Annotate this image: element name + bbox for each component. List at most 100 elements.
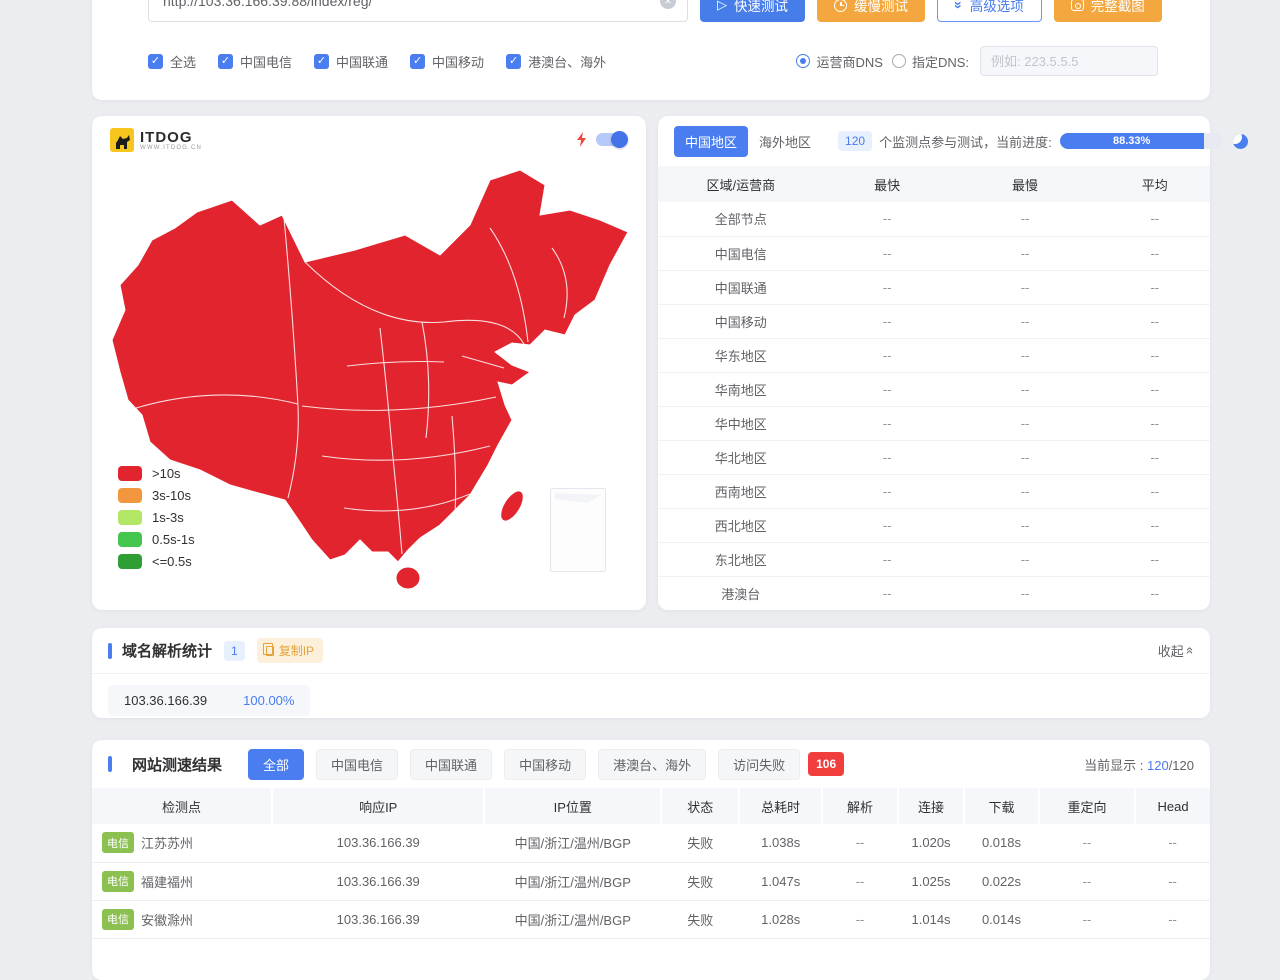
advanced-options-label: 高级选项 (970, 0, 1024, 15)
progress-bar: 88.33% (1060, 133, 1223, 149)
radio-unselected-icon (892, 54, 906, 68)
table-row: 华东地区------ (658, 338, 1210, 372)
radio-custom-dns[interactable]: 指定DNS: (892, 52, 969, 71)
checkbox-select-all[interactable]: 全选 (148, 52, 196, 71)
slow-test-label: 缓慢测试 (854, 0, 908, 15)
tab-china-mobile[interactable]: 中国移动 (504, 749, 586, 780)
fastest-value: -- (824, 304, 951, 338)
dns-stats-header: 域名解析统计 1 复制IP 收起 (92, 628, 1210, 674)
col-status: 状态 (661, 788, 739, 824)
col-region-isp: 区域/运营商 (658, 166, 824, 202)
table-row: 西北地区------ (658, 508, 1210, 542)
col-slowest: 最慢 (951, 166, 1100, 202)
resolve-time: -- (822, 824, 898, 862)
slowest-value: -- (951, 576, 1100, 610)
dns-stats-panel: 域名解析统计 1 复制IP 收起 103.36.166.39 100.00% (92, 628, 1210, 718)
checkbox-china-unicom[interactable]: 中国联通 (314, 52, 388, 71)
region-table-header: 区域/运营商 最快 最慢 平均 (658, 166, 1210, 202)
quick-test-label: 快速测试 (734, 0, 788, 15)
average-value: -- (1100, 474, 1210, 508)
col-resolve: 解析 (822, 788, 898, 824)
checkbox-checked-icon (148, 54, 163, 69)
options-row: 全选 中国电信 中国联通 中国移动 港澳台、海外 运营商DNS 指定DNS: (148, 46, 1158, 76)
advanced-options-button[interactable]: 高级选项 (937, 0, 1042, 22)
section-accent-bar (108, 756, 112, 772)
tab-all[interactable]: 全部 (248, 749, 304, 780)
status-failed: 失败 (661, 824, 739, 862)
tab-hmt-overseas[interactable]: 港澳台、海外 (598, 749, 706, 780)
clock-icon (834, 0, 847, 12)
ip-percent[interactable]: 100.00% (243, 693, 294, 708)
play-icon (717, 0, 727, 13)
display-total: /120 (1169, 758, 1194, 773)
clear-icon[interactable] (660, 0, 676, 9)
node-name: 福建福州 (141, 872, 193, 891)
results-table: 检测点 响应IP IP位置 状态 总耗时 解析 连接 下载 重定向 Head 电… (92, 788, 1210, 939)
status-failed: 失败 (661, 862, 739, 900)
failed-count-badge: 106 (808, 752, 844, 776)
dns-stats-title: 域名解析统计 (122, 640, 212, 661)
dns-input[interactable] (980, 46, 1158, 76)
speed-results-panel: 网站测速结果 全部 中国电信 中国联通 中国移动 港澳台、海外 访问失败 106… (92, 740, 1210, 980)
legend-item: 0.5s-1s (118, 528, 195, 550)
checkbox-hmt-overseas[interactable]: 港澳台、海外 (506, 52, 606, 71)
display-current: 120 (1147, 758, 1169, 773)
region-name: 全部节点 (658, 202, 824, 236)
slowest-value: -- (951, 542, 1100, 576)
copy-ip-button[interactable]: 复制IP (257, 638, 323, 663)
slowest-value: -- (951, 508, 1100, 542)
legend-label: <=0.5s (152, 554, 192, 569)
col-node: 检测点 (92, 788, 272, 824)
url-input[interactable] (148, 0, 688, 22)
tab-china-unicom[interactable]: 中国联通 (410, 749, 492, 780)
radio-operator-dns[interactable]: 运营商DNS (796, 52, 882, 71)
total-time: 1.028s (739, 900, 822, 938)
region-name: 西南地区 (658, 474, 824, 508)
ip-value: 103.36.166.39 (124, 693, 207, 708)
fastest-value: -- (824, 270, 951, 304)
average-value: -- (1100, 202, 1210, 236)
region-results-panel: 中国地区 海外地区 120 个监测点参与测试，当前进度: 88.33% 区域/运… (658, 116, 1210, 610)
head-time: -- (1135, 862, 1210, 900)
quick-test-button[interactable]: 快速测试 (700, 0, 805, 22)
region-name: 华南地区 (658, 372, 824, 406)
isp-badge: 电信 (102, 871, 134, 892)
speed-toggle[interactable] (576, 132, 626, 147)
tab-failed[interactable]: 访问失败 (718, 749, 800, 780)
table-row: 中国移动------ (658, 304, 1210, 338)
tab-china-region[interactable]: 中国地区 (674, 126, 748, 157)
toggle-switch[interactable] (596, 133, 626, 146)
legend-swatch (118, 466, 142, 481)
region-name: 中国移动 (658, 304, 824, 338)
checkbox-china-mobile[interactable]: 中国移动 (410, 52, 484, 71)
checkbox-label: 中国联通 (336, 52, 388, 71)
full-screenshot-label: 完整截图 (1091, 0, 1145, 15)
table-row: 东北地区------ (658, 542, 1210, 576)
tab-china-telecom[interactable]: 中国电信 (316, 749, 398, 780)
test-control-panel: 快速测试 缓慢测试 高级选项 完整截图 全选 中国电信 中国联通 中国移动 港澳… (92, 0, 1210, 100)
fastest-value: -- (824, 474, 951, 508)
average-value: -- (1100, 270, 1210, 304)
results-header: 网站测速结果 全部 中国电信 中国联通 中国移动 港澳台、海外 访问失败 106… (92, 740, 1210, 788)
col-fastest: 最快 (824, 166, 951, 202)
collapse-chevron-icon (1187, 643, 1194, 658)
collapse-link[interactable]: 收起 (1158, 641, 1194, 660)
slowest-value: -- (951, 202, 1100, 236)
full-screenshot-button[interactable]: 完整截图 (1054, 0, 1162, 22)
region-name: 华东地区 (658, 338, 824, 372)
tab-overseas-region[interactable]: 海外地区 (748, 126, 822, 157)
col-redirect: 重定向 (1039, 788, 1135, 824)
average-value: -- (1100, 508, 1210, 542)
checkbox-checked-icon (410, 54, 425, 69)
checkbox-checked-icon (218, 54, 233, 69)
checkbox-china-telecom[interactable]: 中国电信 (218, 52, 292, 71)
china-map-panel: ITDOG WWW.ITDOG.CN >10s 3s-1 (92, 116, 646, 610)
legend-swatch (118, 554, 142, 569)
average-value: -- (1100, 304, 1210, 338)
slow-test-button[interactable]: 缓慢测试 (817, 0, 925, 22)
fastest-value: -- (824, 542, 951, 576)
region-name: 华北地区 (658, 440, 824, 474)
slowest-value: -- (951, 270, 1100, 304)
response-ip: 103.36.166.39 (272, 900, 484, 938)
download-time: 0.022s (964, 862, 1039, 900)
